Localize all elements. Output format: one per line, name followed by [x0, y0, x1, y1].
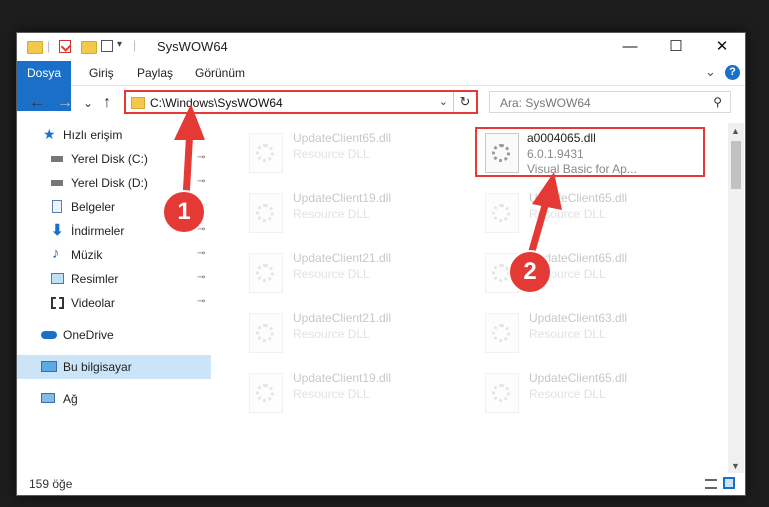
arrow-2-head [532, 172, 562, 210]
annotation-badge-2: 2 [508, 250, 552, 294]
annotation-arrows [174, 104, 562, 259]
arrow-1-head [174, 104, 205, 140]
annotation-badge-1: 1 [162, 190, 206, 234]
